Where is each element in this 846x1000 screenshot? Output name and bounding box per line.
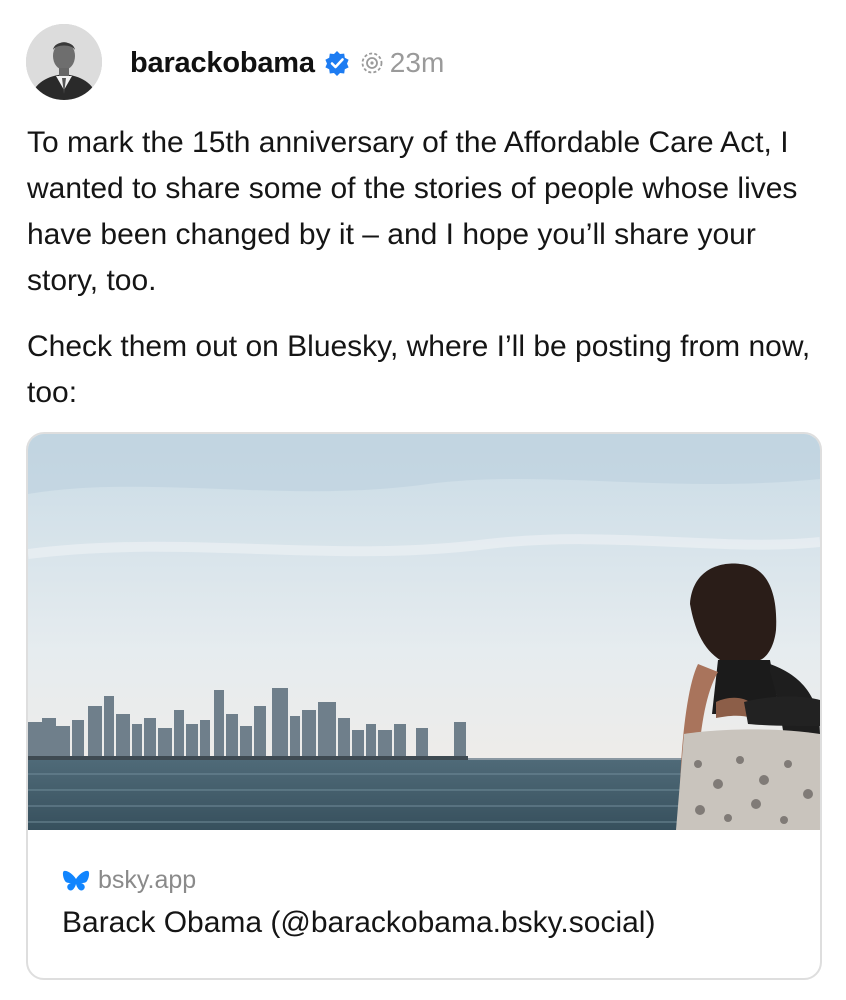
link-preview-card[interactable]: bsky.app Barack Obama (@barackobama.bsky… [26, 432, 822, 980]
username[interactable]: barackobama [130, 47, 315, 80]
post-timestamp: 23m [389, 47, 445, 78]
threads-post: barackobama 23m To mark the 15th anniver… [0, 0, 846, 1000]
avatar-photo [26, 24, 102, 100]
post-paragraph-2: Check them out on Bluesky, where I’ll be… [27, 330, 811, 409]
post-paragraph-1: To mark the 15th anniversary of the Affo… [27, 126, 798, 297]
butterfly-icon [62, 869, 90, 893]
post-body: To mark the 15th anniversary of the Affo… [27, 120, 827, 416]
link-domain: bsky.app [98, 866, 197, 894]
avatar[interactable] [26, 24, 102, 100]
post-header: barackobama 23m [130, 43, 444, 83]
link-preview-image [28, 434, 820, 830]
link-preview-meta: bsky.app [62, 866, 196, 895]
verified-badge-icon [324, 50, 350, 76]
ai-info-icon[interactable] [360, 51, 384, 75]
link-title[interactable]: Barack Obama (@barackobama.bsky.social) [62, 906, 655, 940]
